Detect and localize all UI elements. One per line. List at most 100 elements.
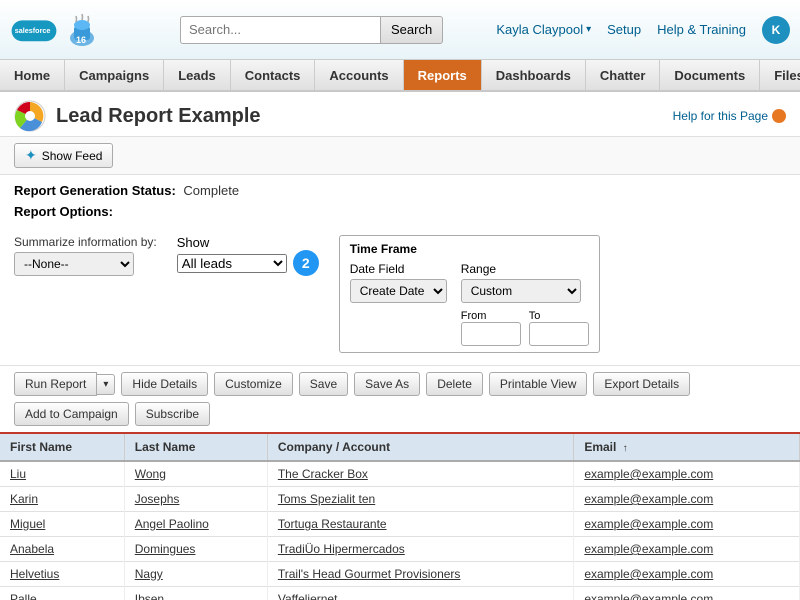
table-row: Liu Wong The Cracker Box example@example… <box>0 461 800 487</box>
page-title: Lead Report Example <box>56 105 261 128</box>
nav-item-contacts[interactable]: Contacts <box>231 60 316 90</box>
main-nav: Home Campaigns Leads Contacts Accounts R… <box>0 60 800 92</box>
from-to-group: From To <box>461 310 589 346</box>
logo-area: salesforce 16 <box>10 10 170 50</box>
from-label: From <box>461 310 521 322</box>
range-group: Range Custom From To <box>461 262 589 346</box>
date-field-group: Date Field Create Date <box>350 262 447 303</box>
subscribe-button[interactable]: Subscribe <box>135 402 210 426</box>
save-as-button[interactable]: Save As <box>354 372 420 396</box>
cell-first-name: Palle <box>0 587 124 600</box>
cell-company[interactable]: The Cracker Box <box>267 461 573 487</box>
status-label: Report Generation Status: <box>14 183 176 198</box>
delete-button[interactable]: Delete <box>426 372 483 396</box>
cell-email[interactable]: example@example.com <box>574 512 800 537</box>
table-row: Karin Josephs Toms Spezialit ten example… <box>0 487 800 512</box>
email-sort-icon: ↑ <box>623 443 628 454</box>
nav-item-accounts[interactable]: Accounts <box>315 60 403 90</box>
cell-company[interactable]: TradiÜo Hipermercados <box>267 537 573 562</box>
cell-company[interactable]: Trail's Head Gourmet Provisioners <box>267 562 573 587</box>
cell-last-name[interactable]: Nagy <box>124 562 267 587</box>
export-details-button[interactable]: Export Details <box>593 372 690 396</box>
cell-last-name[interactable]: Josephs <box>124 487 267 512</box>
date-field-select[interactable]: Create Date <box>350 279 447 303</box>
status-value: Complete <box>183 183 239 198</box>
customize-button[interactable]: Customize <box>214 372 293 396</box>
col-company[interactable]: Company / Account <box>267 434 573 461</box>
cell-last-name[interactable]: Wong <box>124 461 267 487</box>
options-form-row: Summarize information by: --None-- Show … <box>14 227 786 357</box>
show-label: Show <box>177 235 210 250</box>
nav-item-campaigns[interactable]: Campaigns <box>65 60 164 90</box>
nav-item-reports[interactable]: Reports <box>404 60 482 90</box>
show-select[interactable]: All leads <box>177 254 287 273</box>
printable-view-button[interactable]: Printable View <box>489 372 588 396</box>
page-header: Lead Report Example Help for this Page <box>0 92 800 137</box>
range-select[interactable]: Custom <box>461 279 581 303</box>
to-label: To <box>529 310 589 322</box>
cell-last-name[interactable]: Ibsen <box>124 587 267 600</box>
page-help-link[interactable]: Help for this Page <box>673 109 786 123</box>
to-input[interactable] <box>529 322 589 346</box>
nav-item-chatter[interactable]: Chatter <box>586 60 661 90</box>
run-report-dropdown[interactable]: ▾ <box>97 374 115 395</box>
summarize-select[interactable]: --None-- <box>14 252 134 276</box>
svg-text:salesforce: salesforce <box>15 26 51 35</box>
from-input[interactable] <box>461 322 521 346</box>
nav-item-documents[interactable]: Documents <box>660 60 760 90</box>
run-report-main[interactable]: Run Report <box>14 372 97 396</box>
cell-company[interactable]: Tortuga Restaurante <box>267 512 573 537</box>
cell-email[interactable]: example@example.com <box>574 587 800 600</box>
app-header: salesforce 16 Search Kayla Claypool ▾ Se… <box>0 0 800 60</box>
cell-first-name: Liu <box>0 461 124 487</box>
show-feed-button[interactable]: ✦ Show Feed <box>14 143 113 168</box>
time-frame-box: Time Frame Date Field Create Date Range … <box>339 235 600 353</box>
cell-last-name[interactable]: Angel Paolino <box>124 512 267 537</box>
col-email[interactable]: Email ↑ <box>574 434 800 461</box>
report-options: Report Generation Status: Complete Repor… <box>0 175 800 366</box>
time-frame-title: Time Frame <box>350 242 589 256</box>
save-button[interactable]: Save <box>299 372 348 396</box>
col-first-name[interactable]: First Name <box>0 434 124 461</box>
hide-details-button[interactable]: Hide Details <box>121 372 208 396</box>
cell-first-name: Miguel <box>0 512 124 537</box>
cell-company[interactable]: Toms Spezialit ten <box>267 487 573 512</box>
search-button[interactable]: Search <box>380 16 443 44</box>
col-last-name[interactable]: Last Name <box>124 434 267 461</box>
show-group: Show All leads 2 <box>177 235 319 276</box>
setup-link[interactable]: Setup <box>607 22 641 37</box>
user-area: Kayla Claypool ▾ Setup Help & Training K <box>496 16 790 44</box>
cell-last-name[interactable]: Domingues <box>124 537 267 562</box>
cell-email[interactable]: example@example.com <box>574 487 800 512</box>
help-link[interactable]: Help & Training <box>657 22 746 37</box>
avatar: K <box>762 16 790 44</box>
search-input[interactable] <box>180 16 380 44</box>
cell-first-name: Anabela <box>0 537 124 562</box>
nav-item-home[interactable]: Home <box>0 60 65 90</box>
mascot-icon: 16 <box>62 10 102 50</box>
user-name: Kayla Claypool <box>496 22 583 37</box>
nav-item-files[interactable]: Files <box>760 60 800 90</box>
cell-email[interactable]: example@example.com <box>574 461 800 487</box>
cell-first-name: Helvetius <box>0 562 124 587</box>
date-field-label: Date Field <box>350 262 447 276</box>
table-row: Helvetius Nagy Trail's Head Gourmet Prov… <box>0 562 800 587</box>
cell-email[interactable]: example@example.com <box>574 537 800 562</box>
nav-item-leads[interactable]: Leads <box>164 60 231 90</box>
add-to-campaign-button[interactable]: Add to Campaign <box>14 402 129 426</box>
table-row: Miguel Angel Paolino Tortuga Restaurante… <box>0 512 800 537</box>
feed-icon: ✦ <box>25 147 37 164</box>
range-label: Range <box>461 262 589 276</box>
summarize-label: Summarize information by: <box>14 235 157 249</box>
cell-email[interactable]: example@example.com <box>574 562 800 587</box>
cell-first-name: Karin <box>0 487 124 512</box>
svg-text:16: 16 <box>76 35 86 45</box>
show-feed-bar: ✦ Show Feed <box>0 137 800 175</box>
toolbar: Run Report ▾ Hide Details Customize Save… <box>0 366 800 434</box>
report-icon <box>14 100 46 132</box>
user-menu[interactable]: Kayla Claypool ▾ <box>496 22 591 37</box>
cell-company[interactable]: Vaffeliernet <box>267 587 573 600</box>
table-row: Palle Ibsen Vaffeliernet example@example… <box>0 587 800 600</box>
nav-item-dashboards[interactable]: Dashboards <box>482 60 586 90</box>
summarize-group: Summarize information by: --None-- <box>14 235 157 276</box>
